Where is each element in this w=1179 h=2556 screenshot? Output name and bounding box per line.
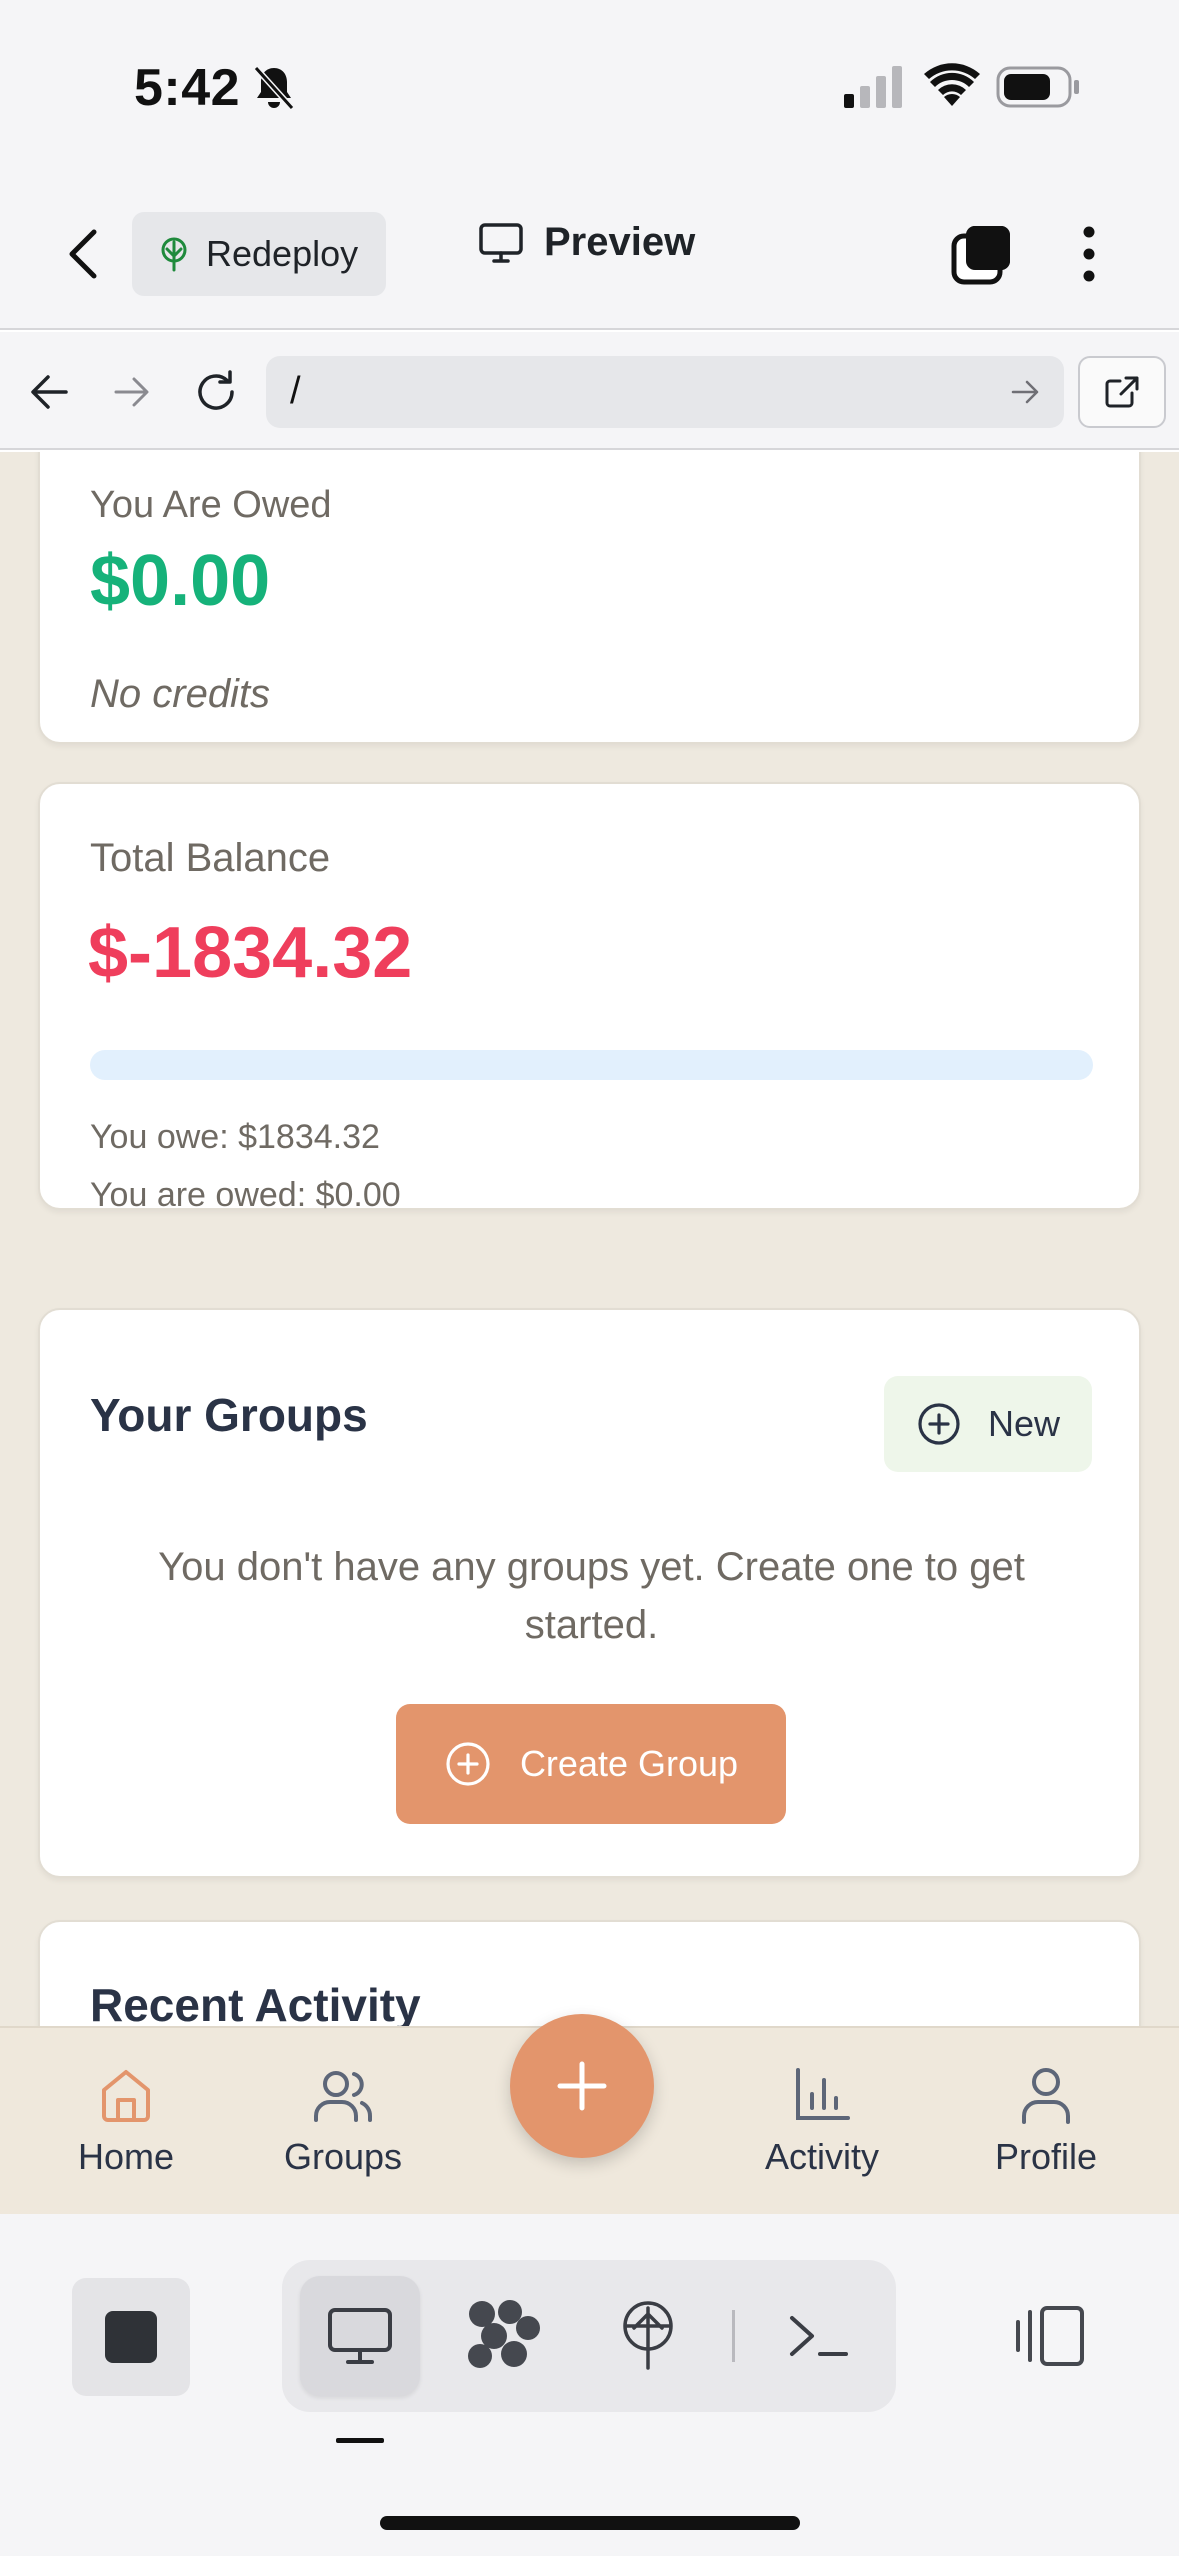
url-input[interactable] bbox=[266, 356, 1064, 428]
groups-title: Your Groups bbox=[90, 1389, 368, 1441]
bell-slash-icon bbox=[253, 65, 295, 111]
panel-toggle-icon[interactable] bbox=[1010, 2304, 1086, 2368]
plus-icon bbox=[557, 2061, 607, 2111]
wifi-icon bbox=[924, 63, 980, 106]
reload-icon[interactable] bbox=[192, 368, 240, 416]
bar-chart-icon bbox=[796, 2068, 850, 2120]
groups-empty-message: You don't have any groups yet. Create on… bbox=[158, 1545, 1025, 1647]
redeploy-label: Redeploy bbox=[206, 233, 359, 274]
nav-groups[interactable]: Groups bbox=[243, 2066, 443, 2178]
open-external-icon bbox=[1105, 376, 1139, 408]
nav-profile-label: Profile bbox=[994, 2136, 1098, 2177]
add-expense-fab[interactable] bbox=[510, 2014, 654, 2158]
nav-activity[interactable]: Activity bbox=[722, 2066, 922, 2178]
user-icon bbox=[1022, 2068, 1070, 2124]
nav-groups-label: Groups bbox=[283, 2136, 403, 2177]
preview-tool-button[interactable] bbox=[300, 2276, 420, 2396]
recent-activity-title: Recent Activity bbox=[90, 1979, 421, 2026]
back-chevron-icon[interactable] bbox=[64, 226, 104, 282]
redeploy-button[interactable]: Redeploy bbox=[132, 212, 386, 296]
stop-button[interactable] bbox=[72, 2278, 190, 2396]
owed-title: You Are Owed bbox=[90, 484, 332, 526]
owed-card: You Are Owed $0.00 No credits bbox=[38, 452, 1141, 744]
app-content[interactable]: You Are Owed $0.00 No credits Total Bala… bbox=[0, 452, 1179, 2026]
apps-tool-button[interactable] bbox=[444, 2276, 564, 2396]
owed-amount: $0.00 bbox=[90, 541, 271, 621]
preview-tab[interactable]: Preview bbox=[478, 220, 695, 265]
apps-icon bbox=[468, 2300, 540, 2368]
new-group-button[interactable]: New bbox=[884, 1376, 1092, 1472]
plus-circle-icon bbox=[918, 1403, 960, 1445]
recent-activity-card: Recent Activity bbox=[38, 1920, 1141, 2026]
monitor-icon bbox=[479, 222, 523, 263]
new-group-label: New bbox=[987, 1403, 1061, 1444]
terminal-icon bbox=[790, 2316, 848, 2356]
preview-label: Preview bbox=[544, 220, 696, 264]
owed-note: No credits bbox=[90, 672, 271, 716]
you-owe-text: You owe: $1834.32 bbox=[90, 1118, 380, 1156]
cellular-signal-icon bbox=[844, 66, 902, 108]
more-vertical-icon[interactable] bbox=[1074, 224, 1104, 284]
home-indicator bbox=[380, 2516, 800, 2530]
total-balance-amount: $-1834.32 bbox=[88, 913, 413, 993]
groups-card: Your Groups New You don't have any group… bbox=[38, 1308, 1141, 1878]
balance-progress-bar bbox=[90, 1050, 1093, 1080]
battery-icon bbox=[996, 66, 1079, 108]
forward-arrow-icon[interactable] bbox=[112, 374, 152, 410]
deploy-icon bbox=[623, 2301, 673, 2370]
active-tab-indicator bbox=[336, 2438, 384, 2443]
deploy-tree-icon bbox=[161, 237, 187, 272]
tabs-stack-icon[interactable] bbox=[950, 222, 1014, 286]
back-arrow-icon[interactable] bbox=[28, 372, 70, 412]
toolbar-divider bbox=[732, 2310, 735, 2362]
open-external-button[interactable] bbox=[1078, 356, 1166, 428]
url-value: / bbox=[290, 370, 301, 412]
nav-profile[interactable]: Profile bbox=[946, 2066, 1146, 2178]
monitor-icon bbox=[328, 2308, 392, 2364]
nav-home-label: Home bbox=[77, 2136, 175, 2177]
total-balance-title: Total Balance bbox=[90, 836, 331, 880]
create-group-button[interactable]: Create Group bbox=[396, 1704, 786, 1824]
nav-home[interactable]: Home bbox=[26, 2066, 226, 2178]
status-time: 5:42 bbox=[134, 59, 241, 117]
plus-circle-icon bbox=[446, 1742, 490, 1786]
total-balance-card: Total Balance $-1834.32 You owe: $1834.3… bbox=[38, 782, 1141, 1214]
go-arrow-icon[interactable] bbox=[1010, 378, 1042, 406]
you-are-owed-text: You are owed: $0.00 bbox=[90, 1176, 401, 1214]
users-icon bbox=[314, 2071, 372, 2122]
create-group-label: Create Group bbox=[519, 1743, 739, 1784]
home-icon bbox=[102, 2070, 150, 2122]
stop-icon bbox=[105, 2311, 157, 2363]
terminal-tool-button[interactable] bbox=[758, 2276, 878, 2396]
deploy-tool-button[interactable] bbox=[588, 2276, 708, 2396]
nav-activity-label: Activity bbox=[764, 2136, 879, 2177]
